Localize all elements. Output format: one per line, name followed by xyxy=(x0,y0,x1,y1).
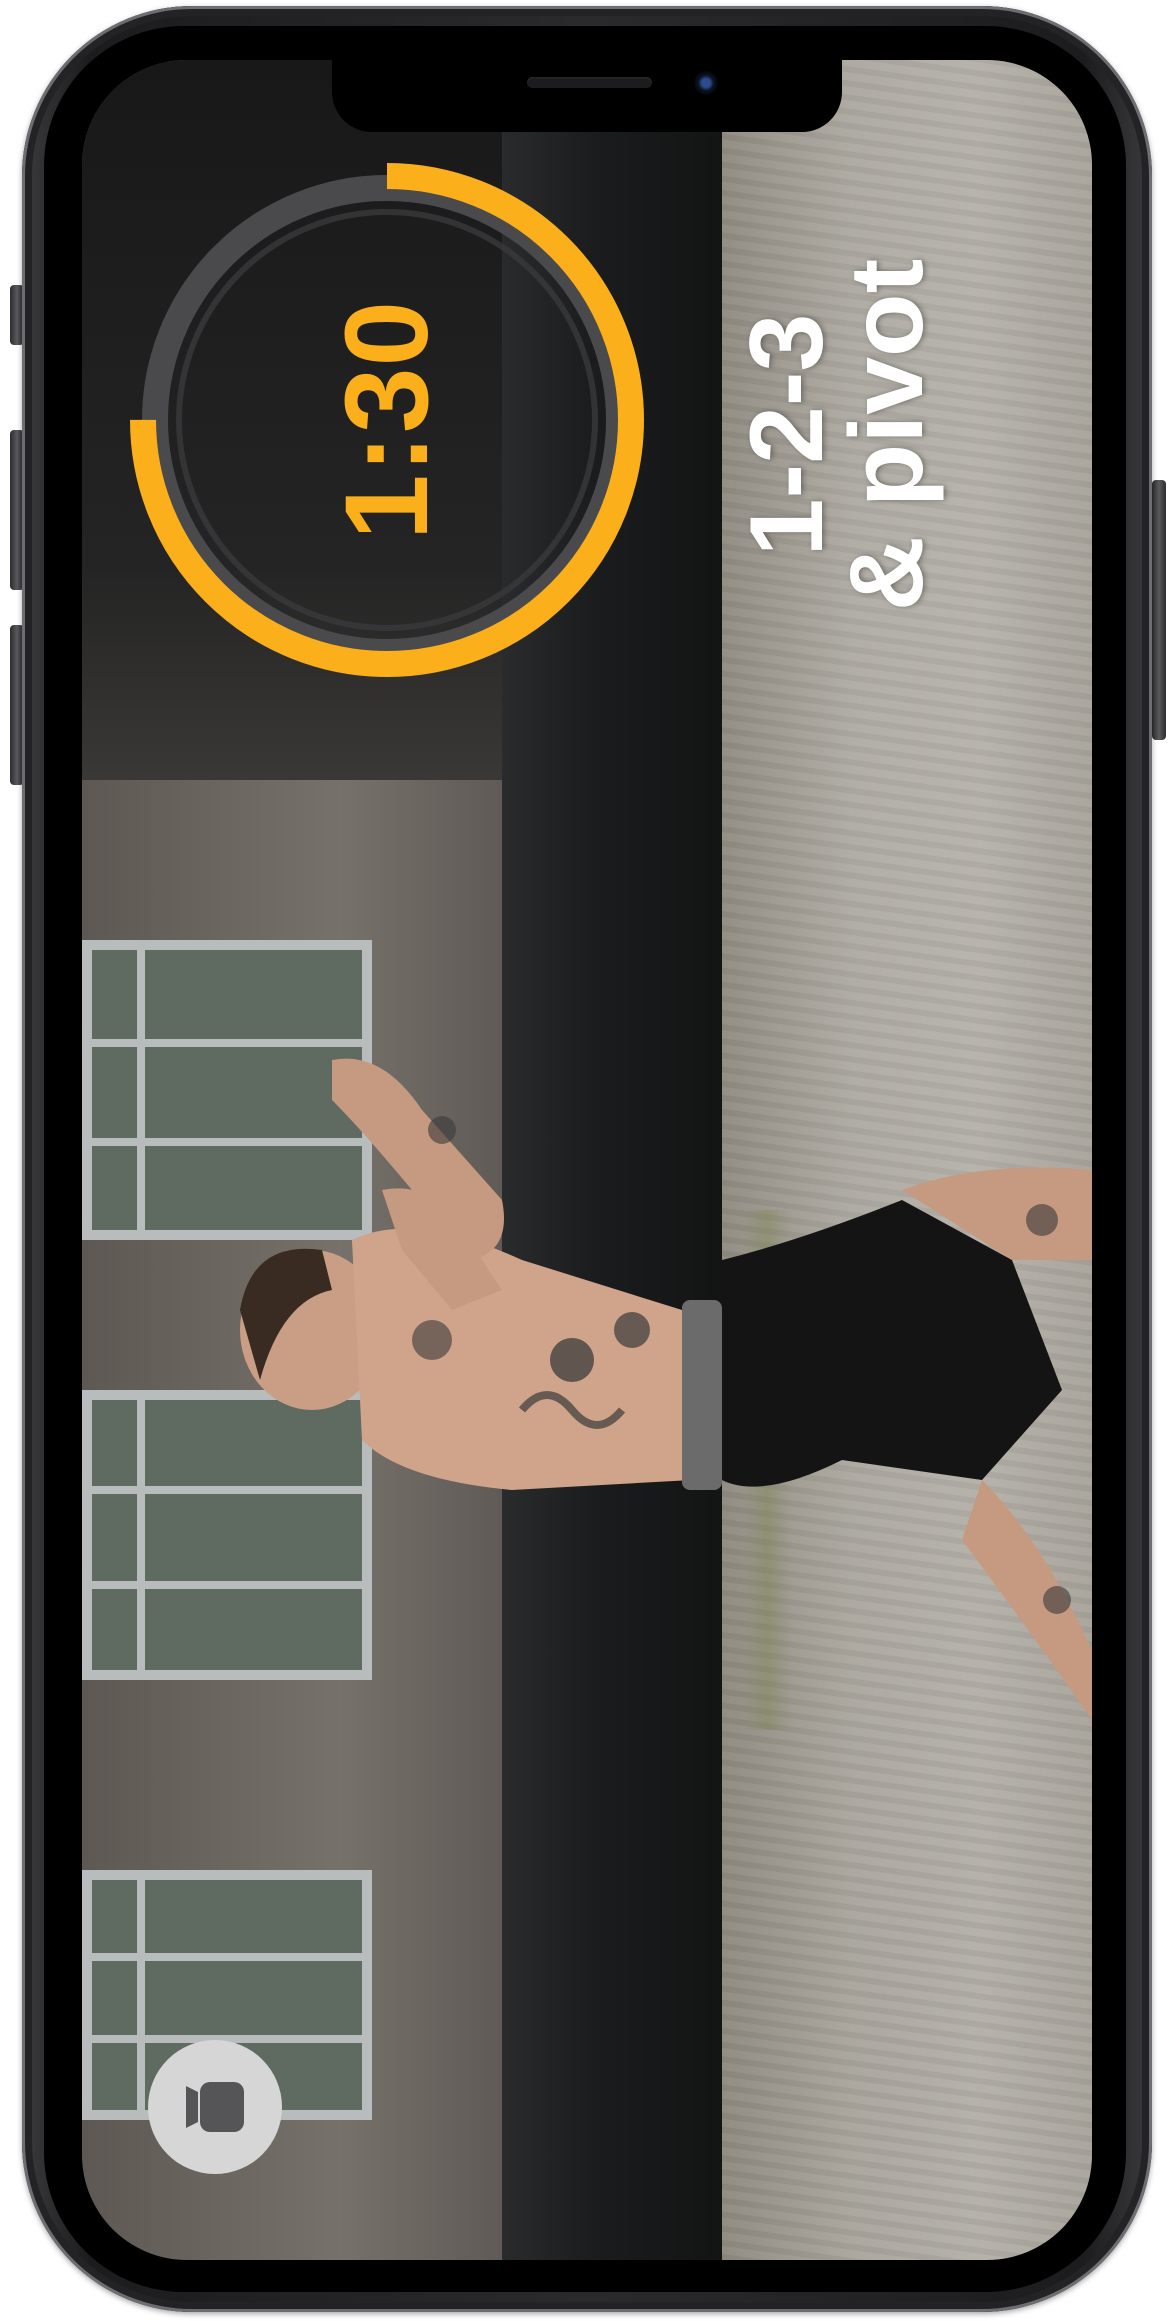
kettlebell-icon xyxy=(186,2082,244,2132)
cue-line-move: & pivot xyxy=(829,258,946,612)
front-camera xyxy=(694,71,718,95)
workout-screen: 1:30 1-2-3 & pivot xyxy=(82,60,1092,2260)
side-button-power xyxy=(1152,480,1166,740)
exercise-cue: 1-2-3 & pivot xyxy=(692,155,982,715)
cue-line-combo: 1-2-3 xyxy=(729,313,846,557)
timer-display: 1:30 xyxy=(127,160,647,680)
phone-notch xyxy=(332,60,842,132)
earpiece-speaker xyxy=(527,77,652,88)
timer-time: 1:30 xyxy=(321,299,453,541)
page: 1:30 1-2-3 & pivot xyxy=(0,0,1173,2321)
equipment-button[interactable] xyxy=(148,2040,282,2174)
